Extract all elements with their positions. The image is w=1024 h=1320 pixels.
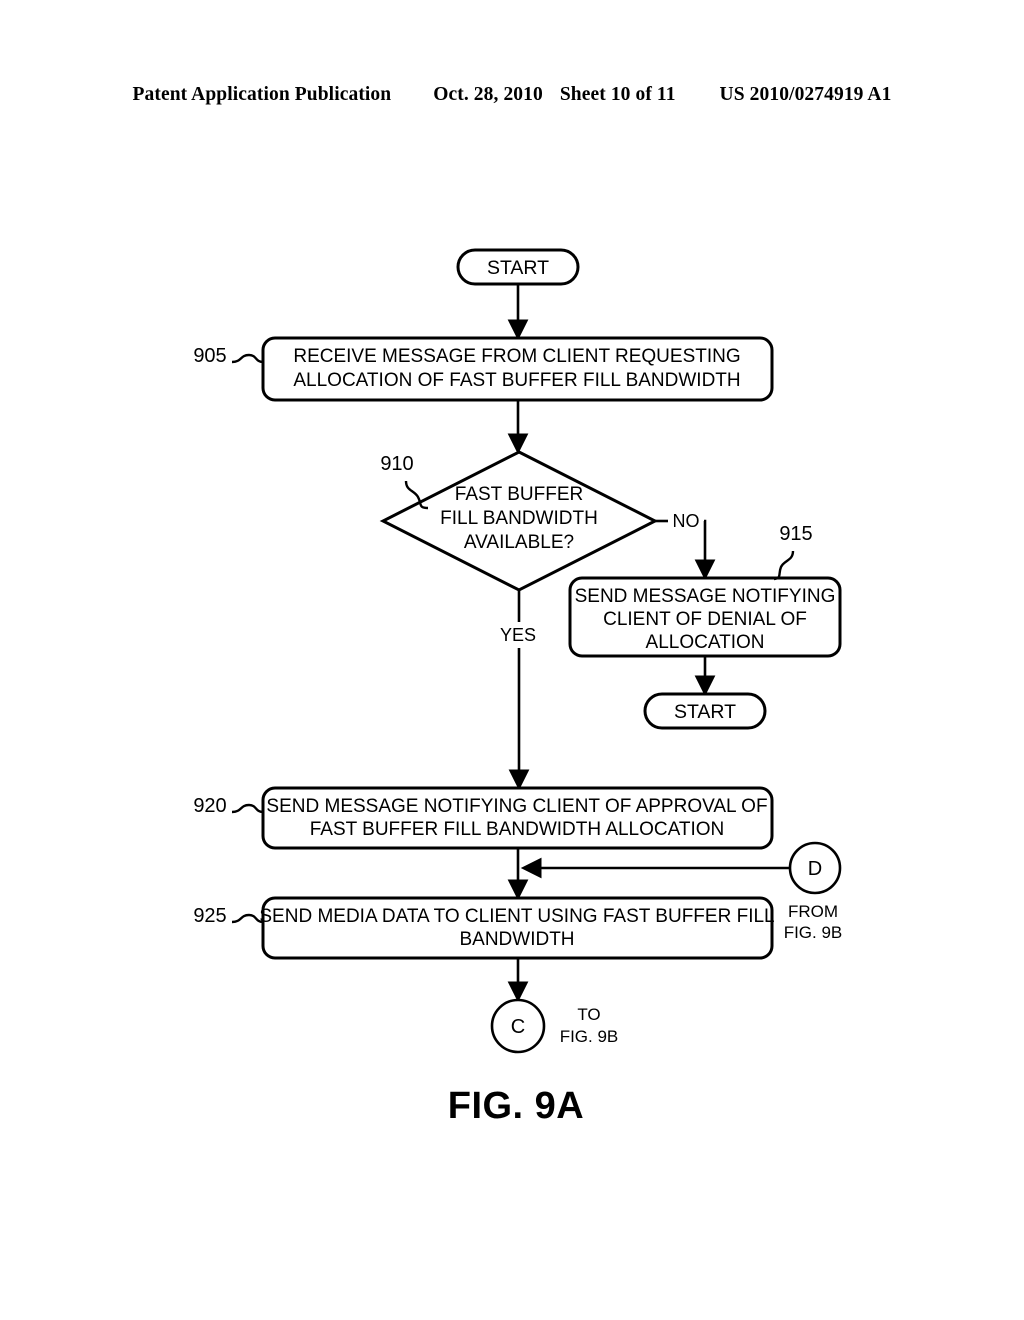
step-925-line2: BANDWIDTH bbox=[459, 929, 574, 950]
node-step-920: SEND MESSAGE NOTIFYING CLIENT OF APPROVA… bbox=[261, 786, 774, 850]
connector-d-caption-line1: FROM bbox=[788, 902, 838, 921]
step-905-line2: ALLOCATION OF FAST BUFFER FILL BANDWIDTH bbox=[293, 370, 740, 391]
decision-910-line1: FAST BUFFER bbox=[455, 484, 583, 505]
leader-920 bbox=[231, 803, 264, 814]
step-915-line3: ALLOCATION bbox=[646, 632, 765, 653]
connector-in-d: D FROM FIG. 9B bbox=[784, 841, 843, 942]
node-step-925: SEND MEDIA DATA TO CLIENT USING FAST BUF… bbox=[259, 896, 775, 960]
connector-out-c: C TO FIG. 9B bbox=[490, 998, 619, 1054]
edge-no-to-915 bbox=[694, 519, 716, 581]
connector-c-caption-line1: TO bbox=[577, 1005, 600, 1024]
edge-label-yes: YES bbox=[500, 625, 536, 645]
node-step-915: SEND MESSAGE NOTIFYING CLIENT OF DENIAL … bbox=[568, 576, 842, 658]
decision-910-line2: FILL BANDWIDTH bbox=[440, 508, 598, 529]
node-start-top: START bbox=[456, 248, 580, 286]
node-decision-910: FAST BUFFER FILL BANDWIDTH AVAILABLE? bbox=[379, 450, 659, 592]
connector-c-label: C bbox=[511, 1016, 525, 1038]
start-denial-label: START bbox=[674, 701, 736, 723]
connector-c-caption-line2: FIG. 9B bbox=[560, 1027, 619, 1046]
leader-915 bbox=[773, 550, 795, 581]
connector-d-label: D bbox=[808, 858, 822, 880]
leader-905 bbox=[231, 353, 264, 364]
step-915-line2: CLIENT OF DENIAL OF bbox=[603, 609, 807, 630]
ref-915: 915 bbox=[779, 523, 812, 545]
connector-d-caption-line2: FIG. 9B bbox=[784, 923, 843, 942]
edge-label-no: NO bbox=[673, 511, 700, 531]
step-905-line1: RECEIVE MESSAGE FROM CLIENT REQUESTING bbox=[293, 346, 740, 367]
ref-925: 925 bbox=[193, 905, 226, 927]
ref-910: 910 bbox=[380, 453, 413, 475]
step-920-line2: FAST BUFFER FILL BANDWIDTH ALLOCATION bbox=[310, 819, 725, 840]
ref-920: 920 bbox=[193, 795, 226, 817]
step-915-line1: SEND MESSAGE NOTIFYING bbox=[575, 586, 836, 607]
step-920-line1: SEND MESSAGE NOTIFYING CLIENT OF APPROVA… bbox=[266, 796, 767, 817]
figure-9a: START RECEIVE MESSAGE FROM CLIENT REQUES… bbox=[0, 0, 1024, 1320]
step-925-line1: SEND MEDIA DATA TO CLIENT USING FAST BUF… bbox=[259, 906, 774, 927]
leader-925 bbox=[231, 913, 264, 924]
decision-910-line3: AVAILABLE? bbox=[464, 532, 574, 553]
ref-905: 905 bbox=[193, 345, 226, 367]
node-start-denial: START bbox=[643, 692, 767, 730]
node-step-905: RECEIVE MESSAGE FROM CLIENT REQUESTING A… bbox=[261, 336, 774, 402]
start-top-label: START bbox=[487, 257, 549, 279]
figure-label: FIG. 9A bbox=[448, 1085, 585, 1127]
